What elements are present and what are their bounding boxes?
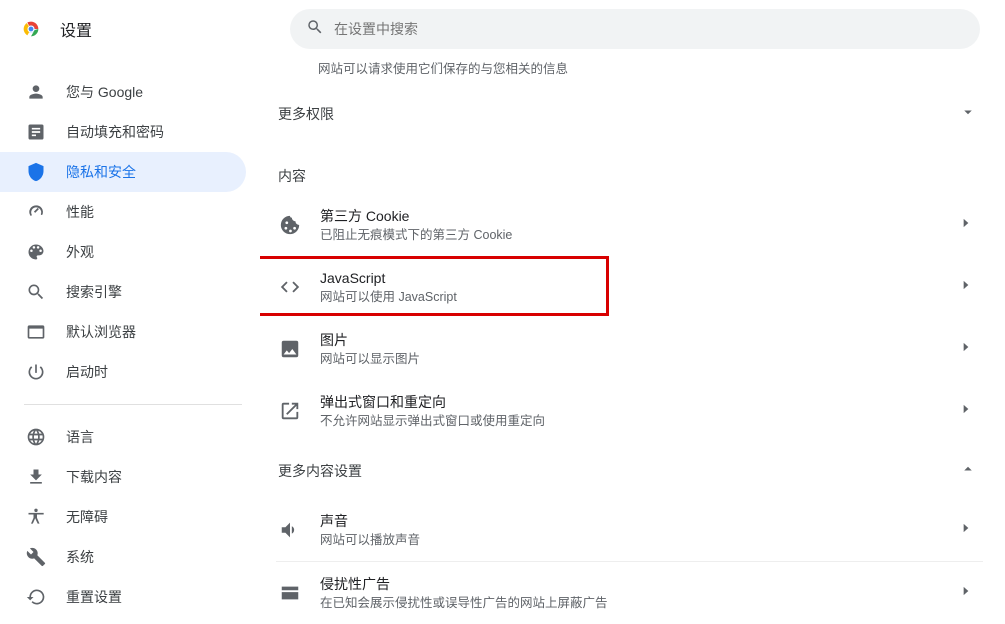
content-item-javascript[interactable]: JavaScript 网站可以使用 JavaScript xyxy=(276,256,983,318)
content-item-sub: 网站可以使用 JavaScript xyxy=(320,288,941,306)
sidebar-item-label: 搜索引擎 xyxy=(66,282,122,302)
chevron-up-icon xyxy=(959,460,977,481)
chevron-right-icon xyxy=(959,521,977,540)
more-permissions-label: 更多权限 xyxy=(278,104,334,124)
restore-icon xyxy=(26,587,46,607)
more-content-row[interactable]: 更多内容设置 xyxy=(276,442,983,499)
content-item-sound[interactable]: 声音 网站可以播放声音 xyxy=(276,499,983,561)
sidebar-item-search-engine[interactable]: 搜索引擎 xyxy=(0,272,246,312)
chevron-down-icon xyxy=(959,103,977,124)
more-content-label: 更多内容设置 xyxy=(278,461,362,481)
sidebar-item-label: 自动填充和密码 xyxy=(66,122,164,142)
content-item-sub: 网站可以播放声音 xyxy=(320,531,941,549)
page-title: 设置 xyxy=(60,17,92,41)
power-icon xyxy=(26,362,46,382)
sidebar: 您与 Google 自动填充和密码 隐私和安全 性能 外观 搜索引擎 默认浏览器 xyxy=(0,58,260,624)
sidebar-item-label: 性能 xyxy=(66,202,94,222)
content-heading: 内容 xyxy=(276,142,983,194)
cookie-icon xyxy=(278,214,302,236)
sidebar-item-you-and-google[interactable]: 您与 Google xyxy=(0,72,246,112)
person-icon xyxy=(26,82,46,102)
more-permissions-row[interactable]: 更多权限 xyxy=(276,85,983,142)
content-item-images[interactable]: 图片 网站可以显示图片 xyxy=(276,318,983,380)
sidebar-item-label: 隐私和安全 xyxy=(66,162,136,182)
content-item-sub: 在已知会展示侵扰性或误导性广告的网站上屏蔽广告 xyxy=(320,594,941,612)
code-icon xyxy=(278,276,302,298)
download-icon xyxy=(26,467,46,487)
content-item-title: 弹出式窗口和重定向 xyxy=(320,392,941,412)
content-item-sub: 网站可以显示图片 xyxy=(320,350,941,368)
sidebar-item-label: 默认浏览器 xyxy=(66,322,136,342)
image-icon xyxy=(278,338,302,360)
content-item-sub: 已阻止无痕模式下的第三方 Cookie xyxy=(320,226,941,244)
sidebar-item-label: 语言 xyxy=(66,427,94,447)
sidebar-item-accessibility[interactable]: 无障碍 xyxy=(0,497,246,537)
palette-icon xyxy=(26,242,46,262)
wrench-icon xyxy=(26,547,46,567)
content-item-title: 侵扰性广告 xyxy=(320,574,941,594)
ads-icon xyxy=(278,582,302,604)
chevron-right-icon xyxy=(959,340,977,359)
content-item-title: 图片 xyxy=(320,330,941,350)
sidebar-item-privacy[interactable]: 隐私和安全 xyxy=(0,152,246,192)
sidebar-item-default-browser[interactable]: 默认浏览器 xyxy=(0,312,246,352)
open-in-new-icon xyxy=(278,400,302,422)
sidebar-item-label: 无障碍 xyxy=(66,507,108,527)
sidebar-item-autofill[interactable]: 自动填充和密码 xyxy=(0,112,246,152)
chrome-logo-icon xyxy=(20,18,42,40)
search-icon xyxy=(306,18,324,41)
sidebar-item-appearance[interactable]: 外观 xyxy=(0,232,246,272)
search-icon xyxy=(26,282,46,302)
search-box[interactable] xyxy=(290,9,980,49)
chevron-right-icon xyxy=(959,278,977,297)
sidebar-item-label: 重置设置 xyxy=(66,587,122,607)
accessibility-icon xyxy=(26,507,46,527)
content-item-popups[interactable]: 弹出式窗口和重定向 不允许网站显示弹出式窗口或使用重定向 xyxy=(276,380,983,442)
content-item-cookies[interactable]: 第三方 Cookie 已阻止无痕模式下的第三方 Cookie xyxy=(276,194,983,256)
sidebar-item-language[interactable]: 语言 xyxy=(0,417,246,457)
truncated-item-sub: 网站可以请求使用它们保存的与您相关的信息 xyxy=(276,58,983,85)
globe-icon xyxy=(26,427,46,447)
sidebar-item-on-startup[interactable]: 启动时 xyxy=(0,352,246,392)
sidebar-item-label: 系统 xyxy=(66,547,94,567)
sidebar-item-performance[interactable]: 性能 xyxy=(0,192,246,232)
browser-icon xyxy=(26,322,46,342)
volume-icon xyxy=(278,519,302,541)
sidebar-item-system[interactable]: 系统 xyxy=(0,537,246,577)
shield-icon xyxy=(26,162,46,182)
chevron-right-icon xyxy=(959,216,977,235)
sidebar-item-reset[interactable]: 重置设置 xyxy=(0,577,246,617)
sidebar-item-label: 外观 xyxy=(66,242,94,262)
sidebar-separator xyxy=(24,404,242,405)
content-item-title: JavaScript xyxy=(320,268,941,288)
chevron-right-icon xyxy=(959,584,977,603)
content-item-sub: 不允许网站显示弹出式窗口或使用重定向 xyxy=(320,412,941,430)
sidebar-item-label: 启动时 xyxy=(66,362,108,382)
content-item-title: 声音 xyxy=(320,511,941,531)
sidebar-item-label: 下载内容 xyxy=(66,467,122,487)
content-item-title: 第三方 Cookie xyxy=(320,206,941,226)
speedometer-icon xyxy=(26,202,46,222)
autofill-icon xyxy=(26,122,46,142)
chevron-right-icon xyxy=(959,402,977,421)
main-content: 网站可以请求使用它们保存的与您相关的信息 更多权限 内容 第三方 Cookie … xyxy=(260,58,1005,624)
sidebar-item-label: 您与 Google xyxy=(66,82,143,102)
search-input[interactable] xyxy=(334,21,964,37)
sidebar-item-downloads[interactable]: 下载内容 xyxy=(0,457,246,497)
